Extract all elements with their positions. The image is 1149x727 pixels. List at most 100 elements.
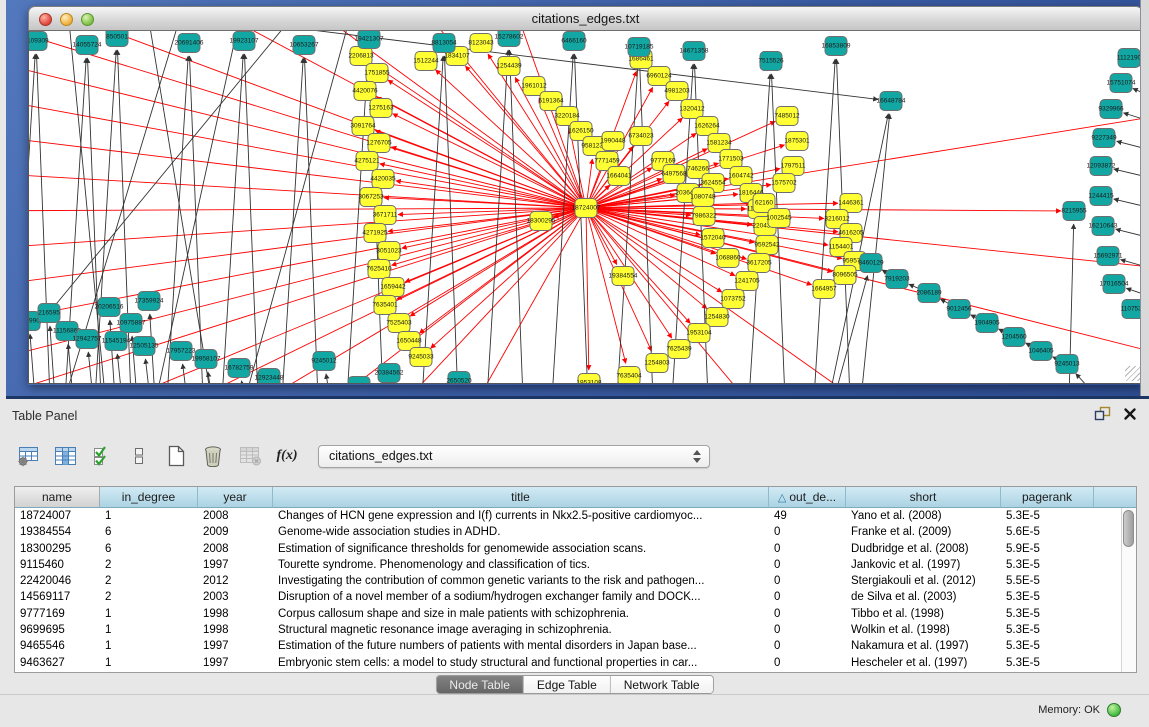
graph-node-label: 18300295 xyxy=(527,218,556,225)
table-cell: 2009 xyxy=(198,524,273,540)
graph-node-label: 2086189 xyxy=(916,290,942,297)
table-cell: 0 xyxy=(769,541,846,557)
table-cell: Structural magnetic resonance image aver… xyxy=(273,622,769,638)
table-cell: 5.3E-5 xyxy=(1001,508,1094,524)
graph-node-label: 216595 xyxy=(38,310,60,317)
delete-trash-icon[interactable] xyxy=(201,445,225,467)
citation-edge-black xyxy=(245,54,258,384)
table-cell: Changes of HCN gene expression and I(f) … xyxy=(273,508,769,524)
column-header-year[interactable]: year xyxy=(198,487,273,508)
graph-node-label: 1659442 xyxy=(380,284,406,291)
graph-svg[interactable]: 1872400718300295193845542206813175185544… xyxy=(29,31,1143,384)
right-panel-edge xyxy=(1140,0,1149,396)
function-builder-icon[interactable]: f(x) xyxy=(275,445,299,467)
graph-node-label: 9245013 xyxy=(1054,361,1080,368)
citation-edge-red xyxy=(391,208,586,265)
graph-node-label: 7919203 xyxy=(884,276,910,283)
new-document-icon[interactable] xyxy=(164,445,188,467)
tab-network-table[interactable]: Network Table xyxy=(611,676,713,693)
table-row[interactable]: 1872400712008Changes of HCN gene express… xyxy=(15,508,1136,524)
sort-ascending-icon: △ xyxy=(778,492,786,504)
table-toolbar: f(x) citations_edges.txt xyxy=(16,439,710,473)
show-columns-icon[interactable] xyxy=(53,445,77,467)
graph-node-label: 10653267 xyxy=(290,42,319,49)
table-cell: 1997 xyxy=(198,638,273,654)
column-header-in_degree[interactable]: in_degree xyxy=(100,487,198,508)
table-row[interactable]: 969969511998Structural magnetic resonanc… xyxy=(15,622,1136,638)
table-body: 1872400712008Changes of HCN gene express… xyxy=(15,508,1136,671)
table-cell: Investigating the contribution of common… xyxy=(273,573,769,589)
graph-node-label: 3624554 xyxy=(700,180,726,187)
tab-node-table[interactable]: Node Table xyxy=(436,676,524,693)
column-header-name[interactable]: name xyxy=(15,487,100,508)
graph-node-label: 14055724 xyxy=(73,42,102,49)
graph-node-label: 9592542 xyxy=(754,242,780,249)
graph-node-label: 1254830 xyxy=(704,314,730,321)
table-row[interactable]: 977716911998Corpus callosum shape and si… xyxy=(15,606,1136,622)
graph-node-label: 16782759 xyxy=(225,365,254,372)
table-row[interactable]: 2242004622012Investigating the contribut… xyxy=(15,573,1136,589)
table-cell: Genome-wide association studies in ADHD. xyxy=(273,524,769,540)
graph-node-label: 9245012 xyxy=(311,358,337,365)
table-cell: 22420046 xyxy=(15,573,100,589)
table-cell: 2 xyxy=(100,589,198,605)
column-header-out_de[interactable]: △out_de... xyxy=(769,487,846,508)
memory-status-label: Memory: OK xyxy=(1038,704,1100,716)
graph-node-label: 1626264 xyxy=(694,123,720,130)
scrollbar-thumb[interactable] xyxy=(1123,510,1134,547)
table-selector-dropdown[interactable]: citations_edges.txt xyxy=(318,445,710,468)
column-header-filler xyxy=(1094,487,1136,508)
row-checks-icon[interactable] xyxy=(90,445,114,467)
table-cell: 1 xyxy=(100,655,198,671)
float-panel-icon[interactable] xyxy=(1094,406,1111,426)
table-cell: Franke et al. (2009) xyxy=(846,524,1001,540)
graph-node-label: 19421307 xyxy=(355,36,384,43)
table-row[interactable]: 1938455462009Genome-wide association stu… xyxy=(15,524,1136,540)
graph-node-label: 4275121 xyxy=(354,158,380,165)
stacked-rows-icon[interactable] xyxy=(127,445,151,467)
table-settings-icon[interactable] xyxy=(16,445,40,467)
graph-node-label: 7635404 xyxy=(616,373,642,380)
close-panel-icon[interactable] xyxy=(1123,407,1137,426)
graph-node-label: 1046405 xyxy=(1028,348,1054,355)
tab-edge-table[interactable]: Edge Table xyxy=(524,676,611,693)
graph-node-label: 746266 xyxy=(687,166,709,173)
graph-node-label: 1990448 xyxy=(600,138,626,145)
column-header-short[interactable]: short xyxy=(846,487,1001,508)
table-cell: 0 xyxy=(769,589,846,605)
table-row[interactable]: 946362711997Embryonic stem cells: a mode… xyxy=(15,655,1136,671)
graph-node-label: 4981203 xyxy=(664,88,690,95)
graph-node-label: 6191364 xyxy=(538,98,564,105)
graph-node-label: 12093872 xyxy=(1087,163,1116,170)
table-cell: 9699695 xyxy=(15,622,100,638)
graph-node-label: 11545194 xyxy=(102,338,131,345)
table-row[interactable]: 1456911722003Disruption of a novel membe… xyxy=(15,589,1136,605)
graph-node-label: 2650520 xyxy=(446,378,472,385)
graph-node-label: 9012456 xyxy=(946,306,972,313)
table-cell: 2012 xyxy=(198,573,273,589)
graph-node-label: 3091764 xyxy=(350,123,376,130)
table-vertical-scrollbar[interactable] xyxy=(1121,508,1136,672)
network-window-titlebar[interactable]: citations_edges.txt xyxy=(28,6,1143,31)
graph-node-label: 1953108 xyxy=(576,380,602,385)
column-header-title[interactable]: title xyxy=(273,487,769,508)
graph-node-label: 9329966 xyxy=(1098,106,1124,113)
table-cell: 0 xyxy=(769,622,846,638)
table-cell: 1 xyxy=(100,606,198,622)
table-cell: Corpus callosum shape and size in male p… xyxy=(273,606,769,622)
network-window[interactable]: citations_edges.txt 18724007183002951938… xyxy=(28,6,1143,385)
table-cell: 1 xyxy=(100,638,198,654)
graph-node-label: 1650448 xyxy=(396,338,422,345)
table-row[interactable]: 911546021997Tourette syndrome. Phenomeno… xyxy=(15,557,1136,573)
graph-node-label: 6466160 xyxy=(561,38,587,45)
column-header-pagerank[interactable]: pagerank xyxy=(1001,487,1094,508)
graph-node-label: 1626150 xyxy=(568,128,594,135)
resize-grip[interactable] xyxy=(1125,366,1140,381)
citation-edge-black xyxy=(145,359,150,384)
table-cell: 5.3E-5 xyxy=(1001,655,1094,671)
table-row[interactable]: 1830029562008Estimation of significance … xyxy=(15,541,1136,557)
citation-edge-red xyxy=(586,208,1143,361)
network-canvas[interactable]: 1872400718300295193845542206813175185544… xyxy=(28,31,1143,384)
graph-node-label: 1446361 xyxy=(838,200,864,207)
table-row[interactable]: 946554611997Estimation of the future num… xyxy=(15,638,1136,654)
